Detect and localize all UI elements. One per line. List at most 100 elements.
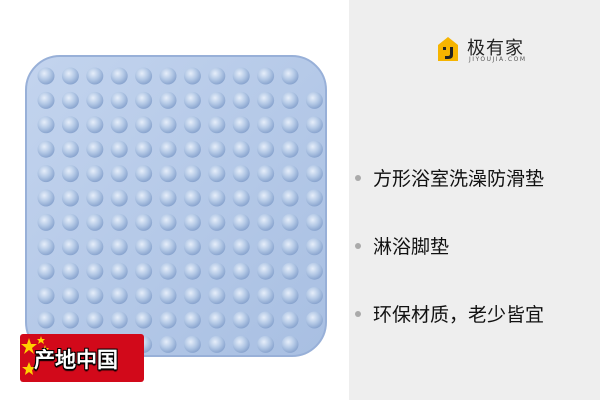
mat-nub [135, 238, 153, 256]
mat-nub [135, 311, 153, 329]
mat-nub [86, 165, 104, 183]
mat-nub [37, 189, 55, 207]
mat-nub [86, 91, 104, 109]
mat-nub [208, 140, 226, 158]
mat-nub [86, 238, 104, 256]
mat-nub [257, 287, 275, 305]
mat-nub [183, 140, 201, 158]
mat-nub [257, 67, 275, 85]
mat-nub [208, 238, 226, 256]
mat-nub [159, 140, 177, 158]
mat-nub [86, 189, 104, 207]
mat-nub [159, 287, 177, 305]
mat-nub [257, 238, 275, 256]
mat-nub [37, 238, 55, 256]
mat-nub [110, 238, 128, 256]
mat-nub [281, 116, 299, 134]
mat-nub [135, 262, 153, 280]
mat-nub [257, 165, 275, 183]
mat-nub [208, 213, 226, 231]
mat-nub [159, 262, 177, 280]
mat-nub [183, 238, 201, 256]
mat-nub [135, 140, 153, 158]
feature-item: 环保材质，老少皆宜 [355, 300, 544, 327]
mat-nub [183, 262, 201, 280]
mat-nub [208, 335, 226, 353]
bullet-icon [355, 242, 361, 249]
mat-nub [135, 165, 153, 183]
mat-nub [183, 67, 201, 85]
mat-nub [159, 91, 177, 109]
mat-nub [232, 189, 250, 207]
mat-nub [305, 287, 323, 305]
mat-nub [37, 213, 55, 231]
mat-nub [110, 116, 128, 134]
mat-nub [110, 213, 128, 231]
mat-nub [305, 189, 323, 207]
mat-nub [208, 287, 226, 305]
mat-nub [110, 262, 128, 280]
mat-nub [159, 165, 177, 183]
mat-nub [232, 140, 250, 158]
mat-nub [86, 311, 104, 329]
mat-nub [232, 165, 250, 183]
mat-nub [86, 262, 104, 280]
mat-nub [110, 91, 128, 109]
mat-nub [281, 311, 299, 329]
mat-nub [305, 311, 323, 329]
mat-nub [37, 262, 55, 280]
mat-nub [232, 238, 250, 256]
mat-nub [61, 91, 79, 109]
mat-nub [37, 140, 55, 158]
mat-nub [183, 189, 201, 207]
mat-nub [110, 311, 128, 329]
mat-nub [183, 213, 201, 231]
shower-mat-svg [25, 55, 327, 357]
mat-nub [305, 213, 323, 231]
mat-nub [305, 165, 323, 183]
origin-badge: 产地中国 [20, 334, 144, 382]
mat-nub [232, 213, 250, 231]
mat-nub [305, 140, 323, 158]
mat-nub [159, 213, 177, 231]
mat-nub [281, 91, 299, 109]
feature-item: 淋浴脚垫 [355, 232, 449, 259]
mat-nub [61, 165, 79, 183]
mat-nub [232, 262, 250, 280]
mat-nub [232, 311, 250, 329]
brand-logo: 极有家 JIYOUJIA.COM [437, 34, 557, 70]
mat-nub [257, 91, 275, 109]
mat-nub [135, 116, 153, 134]
mat-nub [257, 335, 275, 353]
mat-nub [61, 311, 79, 329]
mat-nub [61, 116, 79, 134]
mat-nub [305, 262, 323, 280]
shower-mat-image [20, 52, 330, 362]
mat-nub [61, 262, 79, 280]
origin-label: 产地中国 [34, 348, 118, 372]
mat-nub [86, 287, 104, 305]
mat-nub [257, 116, 275, 134]
mat-nub [232, 91, 250, 109]
mat-nub [86, 140, 104, 158]
mat-nub [208, 189, 226, 207]
mat-nub [37, 165, 55, 183]
mat-nub [110, 140, 128, 158]
mat-nub [37, 91, 55, 109]
mat-nub [208, 311, 226, 329]
mat-nub [86, 116, 104, 134]
mat-nub [159, 335, 177, 353]
mat-nub [257, 189, 275, 207]
mat-nub [135, 213, 153, 231]
mat-nub [257, 311, 275, 329]
mat-nub [183, 287, 201, 305]
mat-nub [110, 165, 128, 183]
mat-nub [135, 287, 153, 305]
mat-nub [61, 140, 79, 158]
mat-nub [281, 238, 299, 256]
feature-text: 淋浴脚垫 [373, 236, 450, 258]
mat-nub [159, 189, 177, 207]
mat-nub [208, 67, 226, 85]
feature-text: 方形浴室洗澡防滑垫 [373, 168, 545, 190]
feature-text: 环保材质，老少皆宜 [373, 304, 545, 326]
